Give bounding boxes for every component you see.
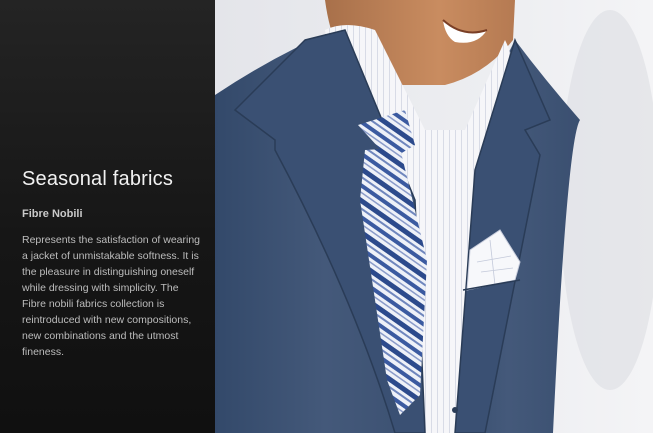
seasonal-fabrics-banner: Seasonal fabrics Fibre Nobili Represents…: [0, 0, 653, 433]
panel-title: Seasonal fabrics: [22, 168, 174, 190]
suit-model-photo: [215, 0, 653, 433]
collection-name: Fibre Nobili: [22, 208, 83, 220]
info-panel: Seasonal fabrics Fibre Nobili Represents…: [0, 0, 215, 433]
collection-description: Represents the satisfaction of wearing a…: [22, 234, 201, 358]
